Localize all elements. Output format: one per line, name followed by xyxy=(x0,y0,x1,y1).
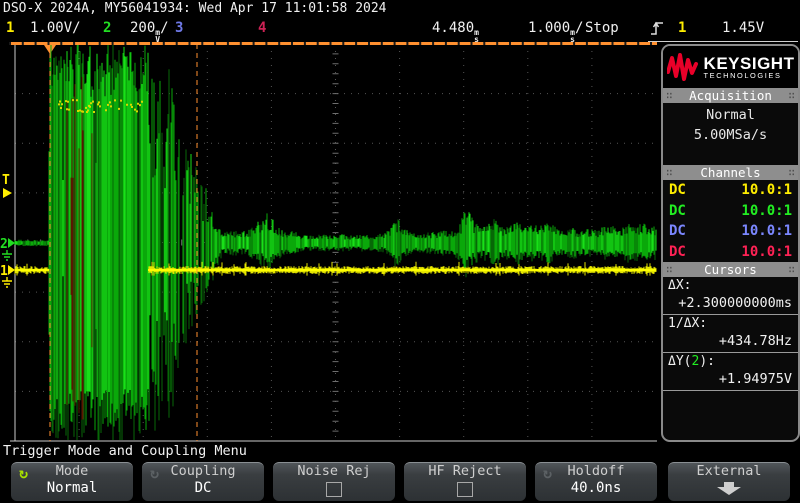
x1-cursor[interactable] xyxy=(49,44,52,441)
channel-row-1[interactable]: DC 10.0:1 xyxy=(663,180,798,201)
dx-label: ΔX: xyxy=(668,278,793,293)
grip-icon: ∷ xyxy=(666,167,673,178)
svg-text:T: T xyxy=(2,173,10,188)
grip-icon: ∷ xyxy=(788,264,795,275)
ch3-coupling: DC xyxy=(669,223,686,239)
softkey-label: External xyxy=(668,463,790,480)
softkey-label: Holdoff xyxy=(535,463,657,480)
svg-text:2: 2 xyxy=(0,237,8,252)
cursor-dy: ΔY(2): +1.94975V xyxy=(663,353,798,391)
grip-icon: ∷ xyxy=(788,90,795,101)
softkey-holdoff[interactable]: ↻ Holdoff 40.0ns xyxy=(535,462,657,501)
softkey-external[interactable]: External xyxy=(668,462,790,501)
channels-title: Channels xyxy=(700,165,760,180)
acquisition-block: Normal 5.00MSa/s xyxy=(663,103,798,165)
cursors-header[interactable]: ∷ Cursors ∷ xyxy=(663,262,798,277)
softkey-value: 40.0ns xyxy=(535,480,657,497)
down-arrow-icon xyxy=(714,482,744,495)
channel-row-4[interactable]: DC 10.0:1 xyxy=(663,242,798,263)
brand-name: KEYSIGHT xyxy=(704,55,795,72)
graticule-and-traces: T 2 1 xyxy=(0,0,660,445)
softkey-value: DC xyxy=(142,480,264,497)
cursor-invdx: 1/ΔX: +434.78Hz xyxy=(663,315,798,353)
noise-rej-checkbox[interactable] xyxy=(326,482,342,497)
hf-reject-checkbox[interactable] xyxy=(457,482,473,497)
keysight-spark-icon xyxy=(667,52,699,82)
trigger-level[interactable]: 1.45V xyxy=(722,20,764,40)
cursor-dx: ΔX: +2.300000000ms xyxy=(663,277,798,315)
channel-row-3[interactable]: DC 10.0:1 xyxy=(663,221,798,242)
menu-title: Trigger Mode and Coupling Menu xyxy=(3,443,247,459)
rotate-knob-icon: ↻ xyxy=(150,464,159,482)
grip-icon: ∷ xyxy=(666,90,673,101)
keysight-logo: KEYSIGHT TECHNOLOGIES xyxy=(663,46,798,88)
channels-header[interactable]: ∷ Channels ∷ xyxy=(663,165,798,180)
svg-text:1: 1 xyxy=(0,264,8,279)
dx-value: +2.300000000ms xyxy=(668,293,793,314)
channel-row-2[interactable]: DC 10.0:1 xyxy=(663,201,798,222)
trigger-source[interactable]: 1 xyxy=(678,20,686,40)
acquisition-mode: Normal xyxy=(663,103,798,123)
brand-sub: TECHNOLOGIES xyxy=(704,72,795,79)
oscilloscope-screen: DSO-X 2024A, MY56041934: Wed Apr 17 11:0… xyxy=(0,0,800,503)
ch2-probe: 10.0:1 xyxy=(741,203,792,219)
grip-icon: ∷ xyxy=(788,167,795,178)
softkey-coupling[interactable]: ↻ Coupling DC xyxy=(142,462,264,501)
softkey-label: Coupling xyxy=(142,463,264,480)
softkey-mode[interactable]: ↻ Mode Normal xyxy=(11,462,133,501)
softkey-value: Normal xyxy=(11,480,133,497)
waveform-display: T 2 1 xyxy=(0,0,660,445)
softkey-noise-rej[interactable]: Noise Rej xyxy=(273,462,395,501)
dy-value: +1.94975V xyxy=(668,369,793,390)
softkey-label: Noise Rej xyxy=(273,463,395,480)
dy-label: ΔY(2): xyxy=(668,354,793,369)
ch2-coupling: DC xyxy=(669,203,686,219)
ch3-probe: 10.0:1 xyxy=(741,223,792,239)
cursors-title: Cursors xyxy=(704,262,757,277)
invdx-value: +434.78Hz xyxy=(668,331,793,352)
ch4-probe: 10.0:1 xyxy=(741,244,792,260)
softkey-hf-reject[interactable]: HF Reject xyxy=(404,462,526,501)
rotate-knob-icon: ↻ xyxy=(543,464,552,482)
ch1-probe: 10.0:1 xyxy=(741,182,792,198)
sample-rate: 5.00MSa/s xyxy=(663,123,798,143)
acquisition-header[interactable]: ∷ Acquisition ∷ xyxy=(663,88,798,103)
softkey-label: HF Reject xyxy=(404,463,526,480)
x2-cursor[interactable] xyxy=(196,44,199,441)
invdx-label: 1/ΔX: xyxy=(668,316,793,331)
rotate-knob-icon: ↻ xyxy=(19,464,28,482)
ch1-coupling: DC xyxy=(669,182,686,198)
divider xyxy=(648,41,798,42)
softkey-label: Mode xyxy=(11,463,133,480)
acquisition-title: Acquisition xyxy=(689,88,772,103)
info-sidebar: KEYSIGHT TECHNOLOGIES ∷ Acquisition ∷ No… xyxy=(661,44,800,442)
ch4-coupling: DC xyxy=(669,244,686,260)
grip-icon: ∷ xyxy=(666,264,673,275)
